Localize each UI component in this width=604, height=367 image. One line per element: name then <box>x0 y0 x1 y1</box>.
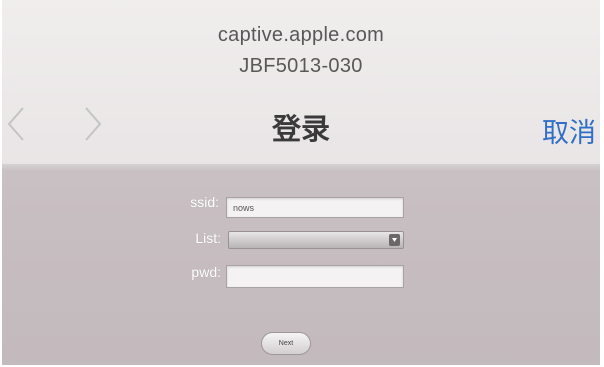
cancel-button[interactable]: 取消 <box>542 111 596 150</box>
network-name: JBF5013-030 <box>239 55 363 77</box>
list-label: List: <box>195 230 221 246</box>
navigation-header: captive.apple.com JBF5013-030 登录 取消 <box>2 0 600 168</box>
password-field[interactable] <box>226 265 404 288</box>
next-button[interactable]: Next <box>261 332 311 355</box>
captive-portal-screen: captive.apple.com JBF5013-030 登录 取消 ssid… <box>2 0 603 367</box>
ssid-field[interactable] <box>226 197 404 218</box>
page-title: 登录 <box>271 114 330 146</box>
list-select[interactable] <box>228 231 404 249</box>
portal-host: captive.apple.com <box>217 24 385 46</box>
pwd-label: pwd: <box>191 264 221 280</box>
dropdown-arrow-icon <box>389 234 400 246</box>
ssid-label: ssid: <box>190 194 219 210</box>
